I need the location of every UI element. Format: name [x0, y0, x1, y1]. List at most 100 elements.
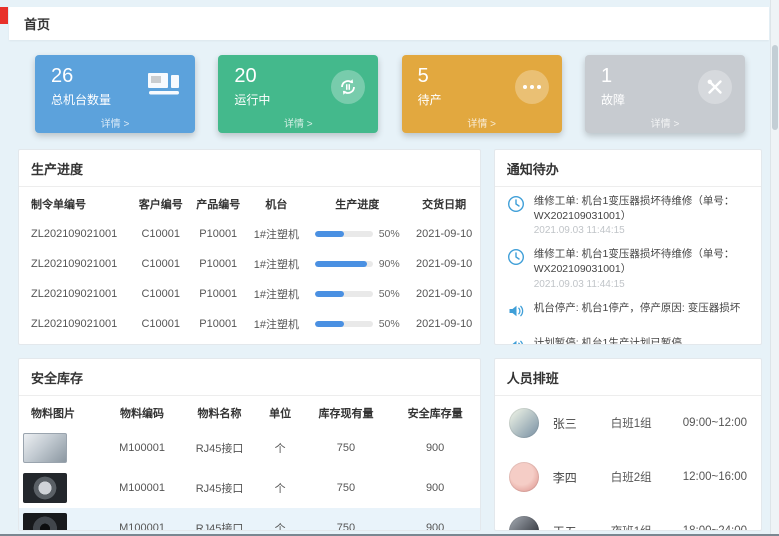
safety-qty: 900 — [391, 428, 480, 468]
delivery-date: 2021-09-10 — [409, 249, 480, 279]
clock-icon — [507, 194, 525, 236]
staff-shift: 夜班1组 — [611, 523, 683, 531]
vertical-scrollbar[interactable] — [770, 0, 779, 534]
order-no: ZL202109021001 — [19, 339, 132, 345]
progress-bar — [315, 321, 373, 327]
progress-label: 50% — [379, 288, 400, 300]
col-delivery-date: 交货日期 — [409, 187, 480, 219]
staff-schedule-panel: 人员排班 张三 白班1组 09:00~12:00 李四 白班2组 12:00~1… — [494, 358, 762, 531]
progress-cell: 50% — [306, 339, 409, 345]
panel-title: 人员排班 — [495, 359, 761, 396]
product-no: P10001 — [189, 279, 246, 309]
detail-link[interactable]: 详情 > — [218, 115, 378, 130]
panel-title: 生产进度 — [19, 150, 480, 187]
avatar — [509, 516, 539, 531]
safety-inventory-panel: 安全库存 物料图片 物料编码 物料名称 单位 库存现有量 安全库存量 — [18, 358, 481, 531]
col-product-no: 产品编号 — [189, 187, 246, 219]
order-no: ZL202109021001 — [19, 219, 132, 249]
panel-title: 通知待办 — [495, 150, 761, 187]
notice-text: 维修工单: 机台1变压器损坏待维修（单号：WX202109031001） — [534, 247, 749, 276]
stat-card-total-machines[interactable]: 26 总机台数量 详情 > — [35, 55, 195, 133]
topbar: 首页 — [9, 7, 769, 40]
col-safety-qty: 安全库存量 — [391, 396, 480, 428]
staff-time: 18:00~24:00 — [683, 525, 747, 531]
notice-item[interactable]: 机台停产: 机台1停产，停产原因: 变压器损坏 — [495, 294, 761, 329]
machine: 1#注塑机 — [247, 279, 306, 309]
stock-qty: 750 — [301, 468, 390, 508]
left-red-accent — [0, 7, 8, 24]
product-no: P10001 — [189, 339, 246, 345]
staff-shift: 白班1组 — [611, 415, 683, 431]
delivery-date: 2021-09-10 — [409, 279, 480, 309]
notice-text: 机台停产: 机台1停产，停产原因: 变压器损坏 — [534, 301, 741, 316]
scrollbar-thumb[interactable] — [772, 45, 778, 130]
col-stock-qty: 库存现有量 — [301, 396, 390, 428]
col-customer-no: 客户编号 — [132, 187, 189, 219]
stat-card-fault[interactable]: 1 故障 详情 > — [585, 55, 745, 133]
machine: 1#注塑机 — [247, 249, 306, 279]
safety-qty: 900 — [391, 468, 480, 508]
notice-item[interactable]: 维修工单: 机台1变压器损坏待维修（单号：WX202109031001） 202… — [495, 187, 761, 240]
progress-cell: 50% — [306, 219, 409, 249]
inventory-table: 物料图片 物料编码 物料名称 单位 库存现有量 安全库存量 M100001 R — [19, 396, 480, 531]
production-row: ZL202109021001 C10001 P10001 1#注塑机 50% 2… — [19, 339, 480, 345]
notice-text: 维修工单: 机台1变压器损坏待维修（单号：WX202109031001） — [534, 194, 749, 223]
speaker-icon — [507, 336, 525, 345]
col-progress: 生产进度 — [306, 187, 409, 219]
rj45-connector-image — [23, 433, 67, 463]
material-image-cell — [19, 428, 104, 468]
customer-no: C10001 — [132, 339, 189, 345]
notice-text: 计划暂停: 机台1生产计划已暂停 — [534, 336, 682, 345]
col-machine: 机台 — [247, 187, 306, 219]
col-material-image: 物料图片 — [19, 396, 104, 428]
material-name: RJ45接口 — [180, 468, 259, 508]
stock-qty: 750 — [301, 508, 390, 531]
detail-link[interactable]: 详情 > — [585, 115, 745, 130]
production-row: ZL202109021001 C10001 P10001 1#注塑机 50% 2… — [19, 279, 480, 309]
detail-link[interactable]: 详情 > — [402, 115, 562, 130]
running-icon — [331, 70, 365, 104]
delivery-date: 2021-09-10 — [409, 219, 480, 249]
customer-no: C10001 — [132, 309, 189, 339]
machine: 1#注塑机 — [247, 339, 306, 345]
progress-label: 50% — [379, 228, 400, 240]
material-code: M100001 — [104, 428, 180, 468]
notice-item[interactable]: 计划暂停: 机台1生产计划已暂停 2021.09.03 11:44:15 — [495, 329, 761, 345]
material-name: RJ45接口 — [180, 428, 259, 468]
col-unit: 单位 — [259, 396, 301, 428]
speaker-part-image — [23, 513, 67, 531]
production-row: ZL202109021001 C10001 P10001 1#注塑机 50% 2… — [19, 219, 480, 249]
staff-time: 09:00~12:00 — [683, 417, 747, 429]
progress-bar — [315, 231, 373, 237]
material-code: M100001 — [104, 468, 180, 508]
production-row: ZL202109021001 C10001 P10001 1#注塑机 50% 2… — [19, 309, 480, 339]
machine: 1#注塑机 — [247, 219, 306, 249]
product-no: P10001 — [189, 309, 246, 339]
material-image-cell — [19, 468, 104, 508]
round-connector-image — [23, 473, 67, 503]
avatar — [509, 408, 539, 438]
production-progress-panel: 生产进度 制令单编号 客户编号 产品编号 机台 生产进度 交货日期 — [18, 149, 481, 345]
production-row: ZL202109021001 C10001 P10001 1#注塑机 90% 2… — [19, 249, 480, 279]
unit: 个 — [259, 468, 301, 508]
progress-cell: 50% — [306, 309, 409, 339]
inventory-row: M100001 RJ45接口 个 750 900 — [19, 428, 480, 468]
staff-row: 张三 白班1组 09:00~12:00 — [495, 396, 761, 450]
notice-time: 2021.09.03 11:44:15 — [534, 225, 749, 236]
stat-card-running[interactable]: 20 运行中 详情 > — [218, 55, 378, 133]
progress-bar — [315, 291, 373, 297]
staff-row: 王五 夜班1组 18:00~24:00 — [495, 504, 761, 531]
staff-name: 李四 — [553, 469, 611, 486]
stat-card-waiting[interactable]: 5 待产 详情 > — [402, 55, 562, 133]
unit: 个 — [259, 428, 301, 468]
customer-no: C10001 — [132, 219, 189, 249]
inventory-row: M100001 RJ45接口 个 750 900 — [19, 468, 480, 508]
notice-item[interactable]: 维修工单: 机台1变压器损坏待维修（单号：WX202109031001） 202… — [495, 240, 761, 293]
clock-icon — [507, 247, 525, 289]
safety-qty: 900 — [391, 508, 480, 531]
detail-link[interactable]: 详情 > — [35, 115, 195, 130]
main-content: 生产进度 制令单编号 客户编号 产品编号 机台 生产进度 交货日期 — [18, 149, 762, 531]
order-no: ZL202109021001 — [19, 249, 132, 279]
speaker-icon — [507, 301, 525, 325]
progress-label: 90% — [379, 258, 400, 270]
